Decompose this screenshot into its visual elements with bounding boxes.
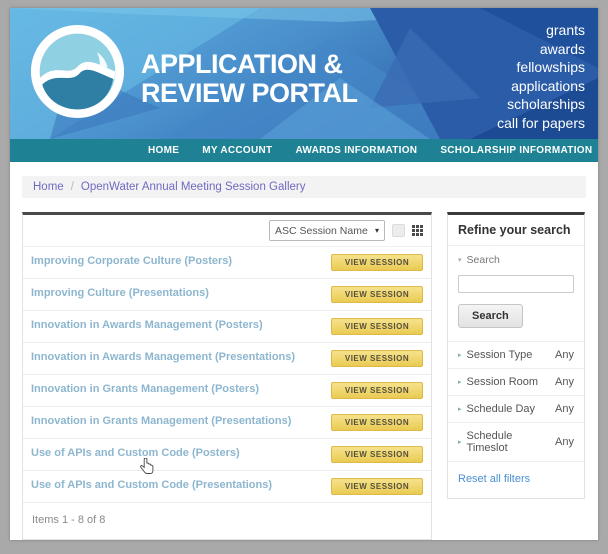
view-session-button[interactable]: VIEW SESSION bbox=[331, 254, 423, 271]
table-row: Innovation in Awards Management (Posters… bbox=[23, 311, 431, 343]
reset-all-filters-link[interactable]: Reset all filters bbox=[448, 462, 584, 498]
view-session-button[interactable]: VIEW SESSION bbox=[331, 318, 423, 335]
main-content: ASC Session Name ▾ Improving Corporate C… bbox=[22, 212, 586, 540]
header-menu-awards[interactable]: awards bbox=[497, 40, 585, 59]
refine-search-sidebar: Refine your search ▾ Search Search ▸ Ses… bbox=[447, 212, 585, 499]
view-session-button[interactable]: VIEW SESSION bbox=[331, 286, 423, 303]
portal-title-line2: REVIEW PORTAL bbox=[141, 79, 358, 108]
session-link[interactable]: Innovation in Grants Management (Posters… bbox=[31, 382, 319, 396]
caret-right-icon: ▸ bbox=[458, 351, 462, 359]
nav-awards-information[interactable]: AWARDS INFORMATION bbox=[295, 145, 417, 156]
search-section: ▾ Search Search bbox=[448, 246, 584, 342]
table-row: Use of APIs and Custom Code (Presentatio… bbox=[23, 471, 431, 503]
filter-label: Schedule Day bbox=[467, 403, 536, 415]
sidebar-title: Refine your search bbox=[448, 215, 584, 246]
table-row: Innovation in Awards Management (Present… bbox=[23, 343, 431, 375]
filter-label: Session Type bbox=[467, 349, 533, 361]
header-menu-scholarships[interactable]: scholarships bbox=[497, 95, 585, 114]
view-session-button[interactable]: VIEW SESSION bbox=[331, 446, 423, 463]
filter-schedule-day[interactable]: ▸ Schedule Day Any bbox=[448, 396, 584, 423]
session-link[interactable]: Improving Culture (Presentations) bbox=[31, 286, 319, 300]
breadcrumb: Home / OpenWater Annual Meeting Session … bbox=[22, 176, 586, 198]
page: APPLICATION & REVIEW PORTAL grants award… bbox=[10, 8, 598, 540]
list-view-icon[interactable] bbox=[392, 224, 405, 237]
session-link[interactable]: Use of APIs and Custom Code (Posters) bbox=[31, 446, 319, 460]
sort-dropdown[interactable]: ASC Session Name ▾ bbox=[269, 220, 385, 241]
filter-label-wrap: ▸ Schedule Day bbox=[458, 403, 535, 415]
main-navbar: HOME MY ACCOUNT AWARDS INFORMATION SCHOL… bbox=[10, 139, 598, 162]
chevron-down-icon: ▾ bbox=[375, 226, 379, 235]
header-menu-grants[interactable]: grants bbox=[497, 21, 585, 40]
table-row: Improving Corporate Culture (Posters) VI… bbox=[23, 247, 431, 279]
header-banner: APPLICATION & REVIEW PORTAL grants award… bbox=[10, 8, 598, 139]
filter-label-wrap: ▸ Session Type bbox=[458, 349, 532, 361]
portal-logo[interactable] bbox=[29, 23, 126, 120]
search-label: Search bbox=[467, 254, 500, 266]
filter-value: Any bbox=[555, 436, 574, 448]
table-row: Innovation in Grants Management (Present… bbox=[23, 407, 431, 439]
sort-dropdown-value: ASC Session Name bbox=[275, 225, 368, 237]
search-section-toggle[interactable]: ▾ Search bbox=[458, 254, 574, 266]
view-session-button[interactable]: VIEW SESSION bbox=[331, 382, 423, 399]
session-link[interactable]: Innovation in Grants Management (Present… bbox=[31, 414, 319, 428]
session-link[interactable]: Innovation in Awards Management (Present… bbox=[31, 350, 319, 364]
view-session-button[interactable]: VIEW SESSION bbox=[331, 414, 423, 431]
nav-my-account[interactable]: MY ACCOUNT bbox=[202, 145, 272, 156]
caret-right-icon: ▸ bbox=[458, 378, 462, 386]
nav-scholarship-information[interactable]: SCHOLARSHIP INFORMATION bbox=[440, 145, 592, 156]
caret-down-icon: ▾ bbox=[458, 256, 462, 264]
session-link[interactable]: Use of APIs and Custom Code (Presentatio… bbox=[31, 478, 319, 492]
filter-value: Any bbox=[555, 376, 574, 388]
list-toolbar: ASC Session Name ▾ bbox=[23, 215, 431, 247]
session-link[interactable]: Improving Corporate Culture (Posters) bbox=[31, 254, 319, 268]
caret-right-icon: ▸ bbox=[458, 405, 462, 413]
view-session-button[interactable]: VIEW SESSION bbox=[331, 350, 423, 367]
header-menu: grants awards fellowships applications s… bbox=[497, 21, 585, 132]
search-input[interactable] bbox=[458, 275, 574, 293]
filter-label-wrap: ▸ Session Room bbox=[458, 376, 538, 388]
items-count: Items 1 - 8 of 8 bbox=[23, 503, 431, 539]
filter-value: Any bbox=[555, 403, 574, 415]
filter-session-type[interactable]: ▸ Session Type Any bbox=[448, 342, 584, 369]
filter-value: Any bbox=[555, 349, 574, 361]
breadcrumb-current-page: OpenWater Annual Meeting Session Gallery bbox=[81, 181, 306, 193]
filter-label: Session Room bbox=[467, 376, 539, 388]
session-list-panel: ASC Session Name ▾ Improving Corporate C… bbox=[22, 212, 432, 540]
filter-label-wrap: ▸ Schedule Timeslot bbox=[458, 430, 555, 454]
filter-session-room[interactable]: ▸ Session Room Any bbox=[448, 369, 584, 396]
breadcrumb-separator: / bbox=[71, 181, 74, 193]
caret-right-icon: ▸ bbox=[458, 438, 462, 446]
nav-home[interactable]: HOME bbox=[148, 145, 179, 156]
view-session-button[interactable]: VIEW SESSION bbox=[331, 478, 423, 495]
header-menu-fellowships[interactable]: fellowships bbox=[497, 58, 585, 77]
header-menu-call-for-papers[interactable]: call for papers bbox=[497, 114, 585, 133]
table-row: Innovation in Grants Management (Posters… bbox=[23, 375, 431, 407]
table-row: Improving Culture (Presentations) VIEW S… bbox=[23, 279, 431, 311]
portal-title-line1: APPLICATION & bbox=[141, 50, 358, 79]
filter-schedule-timeslot[interactable]: ▸ Schedule Timeslot Any bbox=[448, 423, 584, 462]
table-row: Use of APIs and Custom Code (Posters) VI… bbox=[23, 439, 431, 471]
header-menu-applications[interactable]: applications bbox=[497, 77, 585, 96]
search-button[interactable]: Search bbox=[458, 304, 523, 328]
session-link[interactable]: Innovation in Awards Management (Posters… bbox=[31, 318, 319, 332]
breadcrumb-home-link[interactable]: Home bbox=[33, 181, 64, 193]
grid-view-icon[interactable] bbox=[412, 225, 423, 236]
filter-label: Schedule Timeslot bbox=[467, 430, 556, 454]
portal-title: APPLICATION & REVIEW PORTAL bbox=[141, 50, 358, 108]
